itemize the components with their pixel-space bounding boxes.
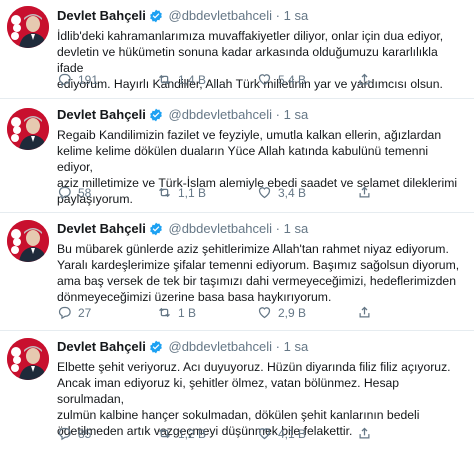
reply-icon: [57, 305, 72, 320]
separator-dot: ·: [275, 221, 281, 236]
reply-count: 27: [78, 305, 92, 320]
reply-button[interactable]: 191: [57, 72, 98, 87]
verified-badge-icon: [149, 222, 163, 240]
tweet[interactable]: Devlet Bahçeli @dbdevletbahceli · 1 sa İ…: [0, 0, 474, 99]
retweet-icon: [157, 305, 172, 320]
author-name[interactable]: Devlet Bahçeli: [57, 221, 146, 236]
tweet[interactable]: Devlet Bahçeli @dbdevletbahceli · 1 sa E…: [0, 331, 474, 454]
tweet-feed: Devlet Bahçeli @dbdevletbahceli · 1 sa İ…: [0, 0, 474, 454]
like-button[interactable]: 3,4 B: [257, 185, 306, 200]
share-icon: [357, 305, 372, 320]
tweet-actions: 58 1,1 B 3,4 B: [57, 185, 466, 201]
author-handle[interactable]: @dbdevletbahceli: [169, 221, 273, 236]
reply-button[interactable]: 85: [57, 426, 91, 441]
tweet-timestamp[interactable]: 1 sa: [284, 339, 309, 354]
separator-dot: ·: [275, 107, 281, 122]
heart-icon: [257, 185, 272, 200]
tweet-timestamp[interactable]: 1 sa: [284, 107, 309, 122]
reply-button[interactable]: 58: [57, 185, 91, 200]
heart-icon: [257, 426, 272, 441]
like-count: 5,4 B: [278, 72, 307, 87]
separator-dot: ·: [275, 8, 281, 23]
like-count: 4,1 B: [278, 426, 307, 441]
author-name[interactable]: Devlet Bahçeli: [57, 107, 146, 122]
retweet-button[interactable]: 1,4 B: [157, 72, 206, 87]
retweet-button[interactable]: 1 B: [157, 305, 196, 320]
avatar[interactable]: [7, 6, 49, 48]
author-handle[interactable]: @dbdevletbahceli: [169, 8, 273, 23]
tweet[interactable]: Devlet Bahçeli @dbdevletbahceli · 1 sa B…: [0, 213, 474, 331]
reply-icon: [57, 72, 72, 87]
retweet-count: 1,4 B: [178, 72, 207, 87]
avatar[interactable]: [7, 338, 49, 380]
tweet-text: Bu mübarek günlerde aziz şehitlerimize A…: [57, 242, 460, 304]
tweet-timestamp[interactable]: 1 sa: [284, 221, 309, 236]
author-name[interactable]: Devlet Bahçeli: [57, 8, 146, 23]
share-button[interactable]: [357, 426, 372, 441]
reply-button[interactable]: 27: [57, 305, 91, 320]
author-handle[interactable]: @dbdevletbahceli: [169, 339, 273, 354]
reply-count: 191: [78, 72, 99, 87]
tweet-actions: 191 1,4 B 5,4 B: [57, 72, 466, 88]
retweet-button[interactable]: 1,1 B: [157, 185, 206, 200]
reply-count: 58: [78, 185, 92, 200]
heart-icon: [257, 305, 272, 320]
reply-icon: [57, 426, 72, 441]
like-button[interactable]: 5,4 B: [257, 72, 306, 87]
retweet-count: 1,2 B: [178, 426, 207, 441]
share-button[interactable]: [357, 305, 372, 320]
retweet-icon: [157, 72, 172, 87]
tweet-actions: 27 1 B 2,9 B: [57, 305, 466, 321]
heart-icon: [257, 72, 272, 87]
share-icon: [357, 185, 372, 200]
avatar[interactable]: [7, 108, 49, 150]
retweet-icon: [157, 185, 172, 200]
retweet-count: 1 B: [178, 305, 197, 320]
verified-badge-icon: [149, 9, 163, 27]
share-icon: [357, 426, 372, 441]
like-count: 3,4 B: [278, 185, 307, 200]
like-count: 2,9 B: [278, 305, 307, 320]
tweet[interactable]: Devlet Bahçeli @dbdevletbahceli · 1 sa R…: [0, 99, 474, 213]
tweet-actions: 85 1,2 B 4,1 B: [57, 426, 466, 442]
retweet-count: 1,1 B: [178, 185, 207, 200]
share-icon: [357, 72, 372, 87]
like-button[interactable]: 4,1 B: [257, 426, 306, 441]
retweet-icon: [157, 426, 172, 441]
like-button[interactable]: 2,9 B: [257, 305, 306, 320]
verified-badge-icon: [149, 108, 163, 126]
author-name[interactable]: Devlet Bahçeli: [57, 339, 146, 354]
reply-count: 85: [78, 426, 92, 441]
author-handle[interactable]: @dbdevletbahceli: [169, 107, 273, 122]
reply-icon: [57, 185, 72, 200]
share-button[interactable]: [357, 185, 372, 200]
avatar[interactable]: [7, 220, 49, 262]
retweet-button[interactable]: 1,2 B: [157, 426, 206, 441]
share-button[interactable]: [357, 72, 372, 87]
separator-dot: ·: [275, 339, 281, 354]
tweet-timestamp[interactable]: 1 sa: [284, 8, 309, 23]
verified-badge-icon: [149, 340, 163, 358]
